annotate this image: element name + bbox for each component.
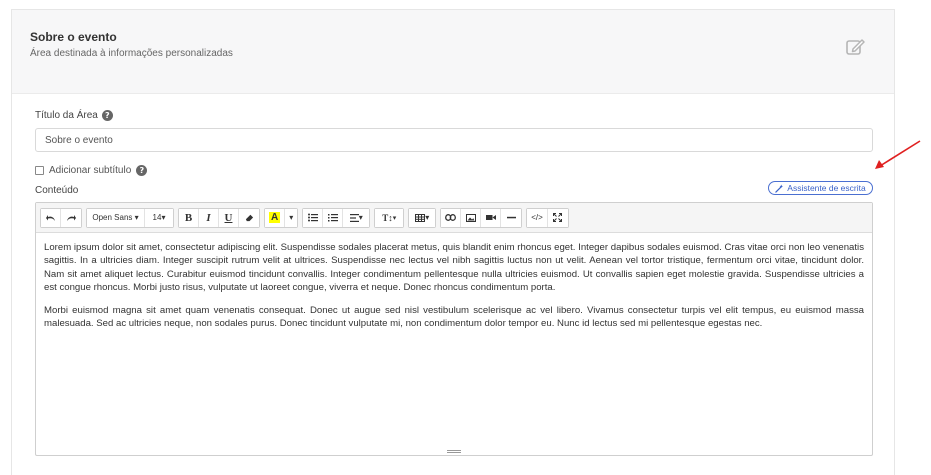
horizontal-rule-button[interactable] bbox=[501, 208, 522, 227]
title-field-label: Título da Área ? bbox=[35, 110, 113, 121]
table-group: ▾ bbox=[408, 207, 437, 228]
height-group: T↕ ▾ bbox=[374, 207, 405, 228]
numbered-list-button[interactable] bbox=[323, 208, 344, 227]
font-group: Open Sans ▾ 14 ▾ bbox=[86, 207, 174, 228]
line-height-dropdown-button[interactable]: T↕ ▾ bbox=[375, 208, 404, 227]
table-dropdown-button[interactable]: ▾ bbox=[409, 208, 436, 227]
subtitle-checkbox[interactable] bbox=[35, 166, 44, 175]
underline-button[interactable]: U bbox=[219, 208, 239, 227]
caret-down-icon: ▾ bbox=[289, 213, 294, 222]
help-icon[interactable]: ? bbox=[136, 165, 148, 176]
editor-content[interactable]: Lorem ipsum dolor sit amet, consectetur … bbox=[36, 233, 872, 331]
bullet-list-button[interactable] bbox=[303, 208, 324, 227]
content-label: Conteúdo bbox=[35, 185, 79, 196]
resize-handle[interactable] bbox=[447, 450, 461, 453]
redo-icon bbox=[67, 214, 76, 221]
color-group: A ▾ bbox=[264, 207, 299, 228]
code-icon: </> bbox=[531, 213, 543, 222]
subtitle-checkbox-label: Adicionar subtítulo bbox=[49, 165, 132, 176]
image-icon bbox=[465, 213, 476, 222]
horizontal-rule-icon bbox=[506, 216, 516, 219]
paragraph-group: ▾ bbox=[302, 207, 371, 228]
bold-button[interactable]: B bbox=[179, 208, 199, 227]
code-view-button[interactable]: </> bbox=[527, 208, 548, 227]
video-button[interactable] bbox=[481, 208, 502, 227]
link-button[interactable] bbox=[441, 208, 462, 227]
caret-down-icon: ▾ bbox=[392, 213, 397, 222]
video-icon bbox=[485, 215, 496, 220]
font-family-select[interactable]: Open Sans ▾ bbox=[87, 208, 145, 227]
content-paragraph[interactable]: Morbi euismod magna sit amet quam venena… bbox=[44, 304, 864, 331]
editor-toolbar: Open Sans ▾ 14 ▾ B I U A ▾ ▾ T↕ ▾ ▾ </> bbox=[36, 203, 872, 233]
view-group: </> bbox=[526, 207, 569, 228]
help-icon[interactable]: ? bbox=[101, 110, 113, 121]
edit-icon[interactable] bbox=[845, 37, 865, 57]
caret-down-icon: ▾ bbox=[358, 213, 363, 222]
font-size-select[interactable]: 14 ▾ bbox=[145, 208, 173, 227]
insert-group bbox=[440, 207, 523, 228]
numbered-list-icon bbox=[327, 214, 338, 222]
eraser-button[interactable] bbox=[239, 208, 259, 227]
style-group: B I U bbox=[178, 207, 260, 228]
caret-down-icon: ▾ bbox=[161, 213, 166, 222]
undo-icon bbox=[45, 214, 55, 221]
redo-button[interactable] bbox=[61, 208, 81, 227]
subtitle-checkbox-row[interactable]: Adicionar subtítulo ? bbox=[35, 165, 148, 176]
magic-wand-icon bbox=[775, 183, 784, 193]
section-subtitle: Área destinada à informações personaliza… bbox=[30, 48, 233, 59]
rich-text-editor[interactable]: Open Sans ▾ 14 ▾ B I U A ▾ ▾ T↕ ▾ ▾ </> … bbox=[35, 202, 873, 456]
image-button[interactable] bbox=[461, 208, 482, 227]
eraser-icon bbox=[245, 214, 253, 222]
card-header: Sobre o evento Área destinada à informaç… bbox=[12, 10, 894, 94]
align-dropdown-button[interactable]: ▾ bbox=[343, 208, 370, 227]
area-title-input[interactable] bbox=[35, 128, 873, 152]
link-icon bbox=[445, 214, 457, 221]
undo-button[interactable] bbox=[41, 208, 61, 227]
caret-down-icon: ▾ bbox=[425, 213, 430, 222]
highlight-color-button[interactable]: A bbox=[265, 208, 286, 227]
bullet-list-icon bbox=[307, 213, 318, 222]
caret-down-icon: ▾ bbox=[134, 213, 139, 222]
italic-button[interactable]: I bbox=[199, 208, 219, 227]
fullscreen-icon bbox=[553, 213, 563, 222]
history-group bbox=[40, 207, 82, 228]
section-title: Sobre o evento bbox=[30, 30, 117, 44]
writing-assistant-button[interactable]: Assistente de escrita bbox=[768, 181, 873, 195]
table-icon bbox=[415, 213, 426, 222]
fullscreen-button[interactable] bbox=[547, 208, 568, 227]
align-icon bbox=[349, 213, 359, 222]
content-paragraph[interactable]: Lorem ipsum dolor sit amet, consectetur … bbox=[44, 241, 864, 294]
red-arrow-icon bbox=[875, 140, 921, 169]
color-dropdown-button[interactable]: ▾ bbox=[285, 208, 298, 227]
